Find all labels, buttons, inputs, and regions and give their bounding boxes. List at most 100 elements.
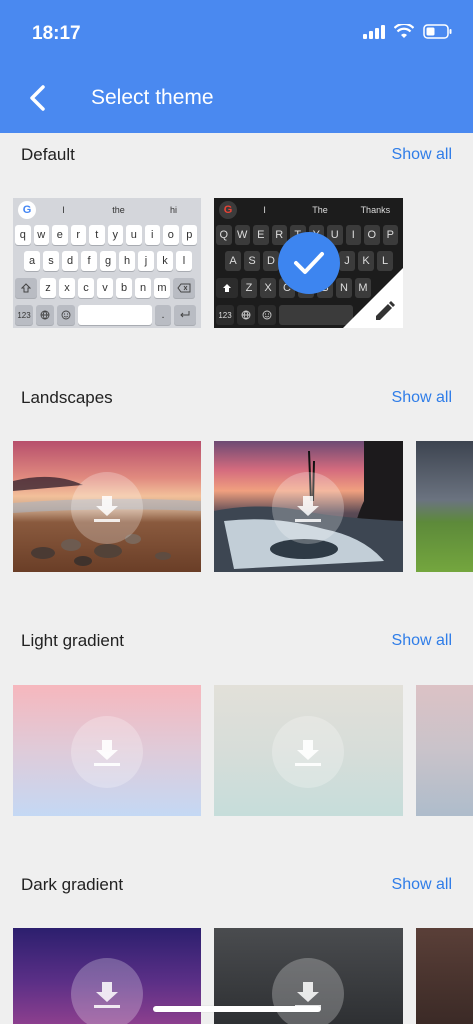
key: W — [234, 225, 250, 245]
return-key — [174, 305, 196, 325]
signal-icon — [363, 24, 385, 39]
key: c — [78, 278, 94, 298]
key: P — [382, 225, 398, 245]
emoji-icon — [262, 310, 272, 320]
space-key — [78, 305, 152, 325]
key: g — [100, 251, 116, 271]
key: z — [40, 278, 56, 298]
suggestion-bar: G I The Thanks — [214, 198, 403, 222]
globe-key — [237, 305, 255, 325]
key: n — [135, 278, 151, 298]
key: D — [263, 251, 279, 271]
download-button[interactable] — [272, 958, 344, 1024]
key: S — [244, 251, 260, 271]
key: I — [345, 225, 361, 245]
theme-light-gradient-grey-mint[interactable] — [214, 685, 403, 816]
emoji-key — [258, 305, 276, 325]
key: f — [81, 251, 97, 271]
battery-icon — [423, 24, 452, 39]
show-all-dark-gradient-link[interactable]: Show all — [392, 876, 452, 894]
suggestion-1: I — [62, 205, 65, 215]
download-button[interactable] — [272, 472, 344, 544]
page-title: Select theme — [91, 86, 214, 109]
theme-landscape-waterfall[interactable] — [214, 441, 403, 572]
suggestion-bar: G I the hi — [13, 198, 201, 222]
key: d — [62, 251, 78, 271]
key: w — [33, 225, 49, 245]
download-button[interactable] — [71, 958, 143, 1024]
theme-default-light-keyboard[interactable]: G I the hi q w e r t y u i o p a s d f g… — [13, 198, 201, 328]
wifi-icon — [394, 24, 414, 38]
show-all-light-gradient-link[interactable]: Show all — [392, 632, 452, 650]
suggestion-3: Thanks — [360, 205, 391, 215]
chevron-left-icon — [30, 85, 45, 111]
section-title-default: Default — [21, 145, 75, 164]
shift-icon — [21, 283, 31, 293]
section-title-light-gradient: Light gradient — [21, 631, 125, 650]
download-icon — [94, 496, 120, 522]
key: q — [15, 225, 31, 245]
google-logo-icon: G — [219, 201, 237, 219]
key: E — [253, 225, 269, 245]
key: o — [163, 225, 179, 245]
key: t — [89, 225, 105, 245]
key: j — [138, 251, 154, 271]
section-title-dark-gradient: Dark gradient — [21, 875, 124, 894]
theme-dark-gradient-brown[interactable] — [416, 928, 473, 1024]
number-key: 123 — [15, 305, 33, 325]
download-icon — [94, 740, 120, 766]
download-button[interactable] — [272, 716, 344, 788]
theme-default-dark-keyboard[interactable]: G I The Thanks Q W E R T Y U I O P A S D… — [214, 198, 403, 328]
status-icons — [363, 24, 453, 39]
key: X — [260, 278, 276, 298]
key: r — [70, 225, 86, 245]
suggestion-1: I — [263, 205, 266, 215]
suggestion-2: The — [312, 205, 328, 215]
app-header: 18:17 Select theme — [0, 0, 473, 133]
google-logo-icon: G — [18, 201, 36, 219]
backspace-key — [173, 278, 195, 298]
key: y — [107, 225, 123, 245]
download-button[interactable] — [71, 472, 143, 544]
theme-light-gradient-mauve[interactable] — [416, 685, 473, 816]
backspace-icon — [177, 283, 191, 293]
key-row-4: 123 . — [15, 305, 196, 325]
number-key: 123 — [216, 305, 234, 325]
back-button[interactable] — [22, 82, 52, 114]
suggestion-2: the — [112, 205, 125, 215]
key: Q — [216, 225, 232, 245]
key: u — [126, 225, 142, 245]
globe-icon — [241, 310, 251, 320]
key: x — [59, 278, 75, 298]
shift-icon — [223, 284, 231, 292]
key: O — [364, 225, 380, 245]
show-all-landscapes-link[interactable]: Show all — [392, 389, 452, 407]
edit-pencil-icon[interactable] — [373, 299, 397, 323]
key-row-4: 123 — [216, 305, 353, 325]
key-row-2: a s d f g h j k l — [24, 251, 192, 271]
key: l — [176, 251, 192, 271]
shift-key — [15, 278, 37, 298]
emoji-key — [57, 305, 75, 325]
show-all-default-link[interactable]: Show all — [392, 146, 452, 164]
checkmark-icon — [294, 252, 324, 274]
home-indicator[interactable] — [153, 1006, 321, 1012]
theme-landscape-beach[interactable] — [13, 441, 201, 572]
key: v — [97, 278, 113, 298]
globe-icon — [40, 310, 50, 320]
key: e — [52, 225, 68, 245]
key: i — [144, 225, 160, 245]
key: s — [43, 251, 59, 271]
theme-light-gradient-pink-blue[interactable] — [13, 685, 201, 816]
theme-landscape-hills[interactable] — [416, 441, 473, 572]
key-row-3: z x c v b n m — [15, 278, 195, 298]
return-icon — [180, 311, 190, 318]
download-button[interactable] — [71, 716, 143, 788]
download-icon — [295, 740, 321, 766]
shift-key — [216, 278, 238, 298]
period-key: . — [155, 305, 171, 325]
key: k — [157, 251, 173, 271]
section-title-landscapes: Landscapes — [21, 388, 113, 407]
download-icon — [94, 982, 120, 1008]
key: p — [181, 225, 197, 245]
